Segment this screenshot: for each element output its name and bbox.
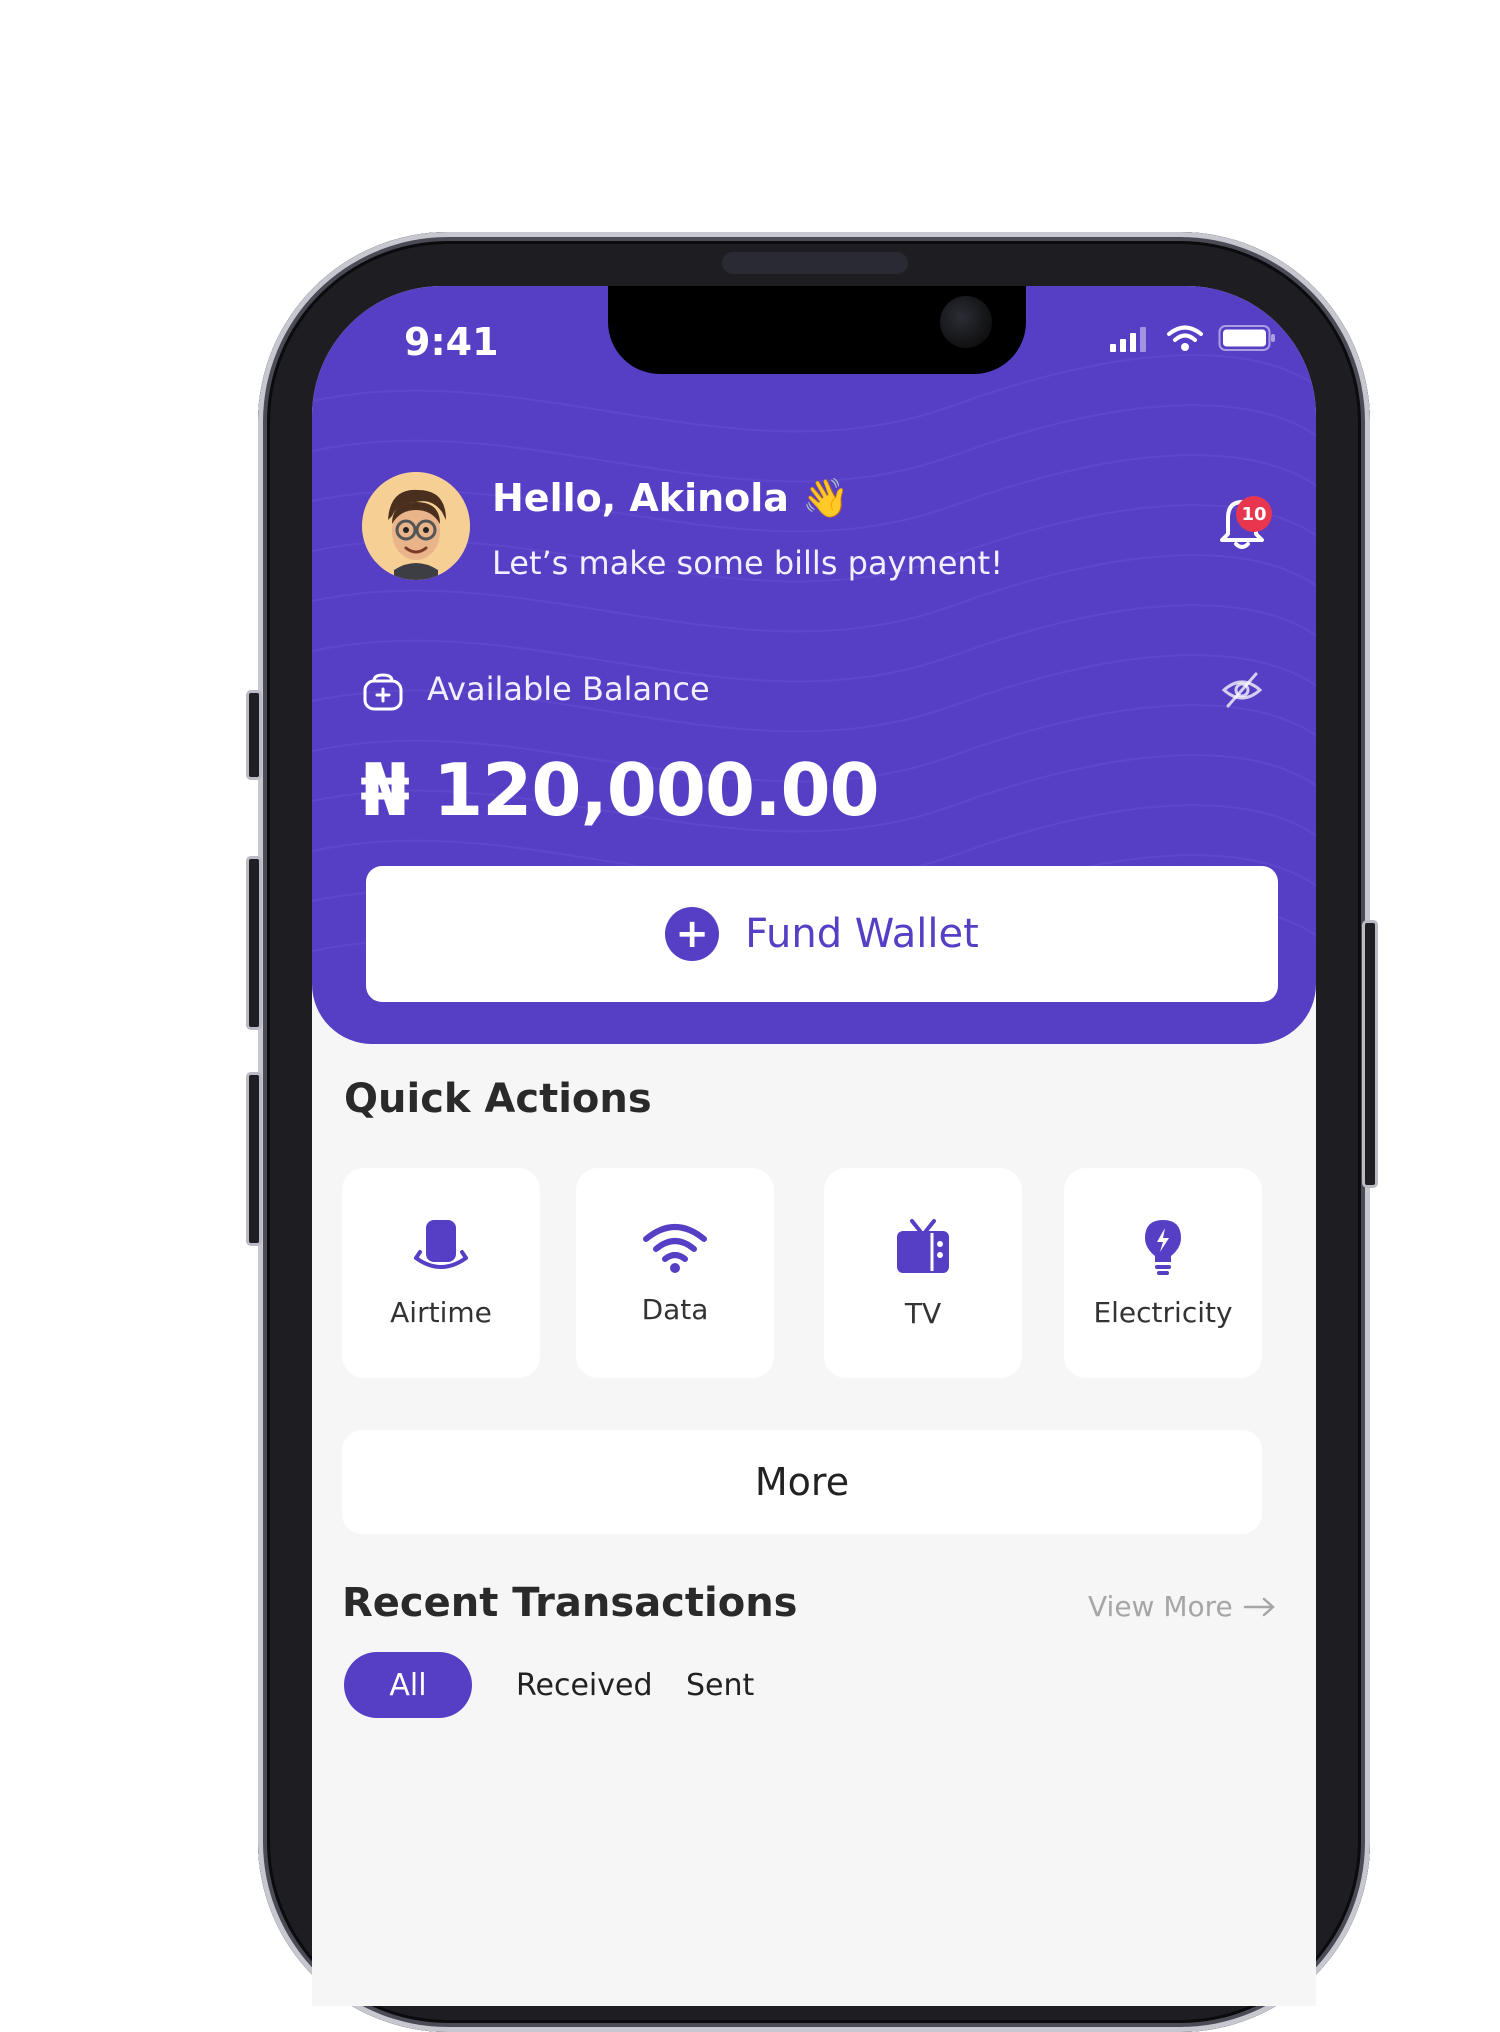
notification-badge: 10 — [1236, 496, 1272, 532]
tv-icon — [897, 1218, 949, 1273]
fund-wallet-button[interactable]: + Fund Wallet — [366, 866, 1278, 1002]
view-more-link[interactable]: View More — [1088, 1590, 1277, 1623]
balance-amount: ₦ 120,000.00 — [360, 748, 880, 832]
tab-received[interactable]: Received — [516, 1668, 653, 1703]
recent-transactions-title: Recent Transactions — [342, 1580, 798, 1626]
signal-icon — [1110, 327, 1146, 352]
quick-action-label: TV — [904, 1296, 942, 1330]
wifi-status-icon — [1167, 325, 1203, 351]
balance-label: Available Balance — [427, 670, 710, 708]
view-more-label: View More — [1088, 1590, 1233, 1623]
front-camera — [940, 296, 992, 348]
hide-balance-icon[interactable] — [1220, 670, 1264, 710]
greeting-title: Hello, Akinola 👋 — [492, 476, 850, 521]
bulb-icon — [1145, 1219, 1181, 1275]
notch — [608, 286, 1026, 374]
more-button[interactable]: More — [342, 1430, 1262, 1534]
mute-switch — [246, 690, 262, 780]
plus-icon: + — [665, 907, 720, 961]
tab-sent[interactable]: Sent — [686, 1668, 754, 1703]
status-time: 9:41 — [404, 320, 499, 364]
tab-all[interactable]: All — [344, 1652, 472, 1718]
quick-action-airtime[interactable]: Airtime — [342, 1168, 540, 1378]
battery-icon — [1218, 325, 1275, 351]
greeting-name: Hello, Akinola — [492, 476, 789, 520]
status-icons — [1108, 324, 1276, 352]
earpiece-speaker — [722, 252, 908, 274]
volume-up-button — [246, 856, 262, 1030]
quick-action-label: Airtime — [390, 1295, 492, 1329]
balance-header: 9:41 Hello, Akinola 👋 Let’s make some bi… — [312, 286, 1316, 1044]
power-button — [1362, 920, 1378, 1188]
quick-action-label: Data — [641, 1292, 709, 1326]
phone-screen: 9:41 Hello, Akinola 👋 Let’s make some bi… — [312, 286, 1316, 2006]
arrow-right-icon — [1243, 1597, 1275, 1616]
volume-down-button — [246, 1072, 262, 1246]
airtime-icon — [414, 1219, 468, 1269]
wifi-icon — [643, 1223, 707, 1273]
quick-action-data[interactable]: Data — [576, 1168, 774, 1378]
wave-emoji-icon: 👋 — [802, 476, 850, 520]
greeting-subtitle: Let’s make some bills payment! — [492, 544, 1004, 582]
quick-action-electricity[interactable]: Electricity — [1064, 1168, 1262, 1378]
wallet-icon — [363, 673, 403, 711]
quick-actions-title: Quick Actions — [344, 1076, 652, 1122]
avatar-face-icon — [362, 472, 470, 580]
quick-action-tv[interactable]: TV — [824, 1168, 1022, 1378]
avatar[interactable] — [362, 472, 470, 580]
quick-action-label: Electricity — [1093, 1295, 1233, 1329]
fund-wallet-label: Fund Wallet — [745, 911, 979, 957]
